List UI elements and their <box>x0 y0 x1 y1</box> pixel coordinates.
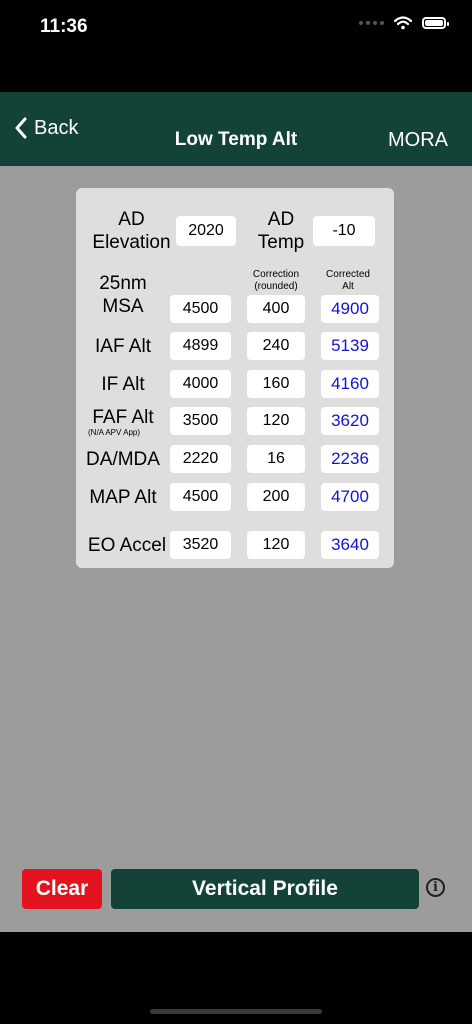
eo-accel-corrected-value: 3640 <box>321 531 379 559</box>
ad-elevation-field[interactable]: 2020 <box>176 216 236 246</box>
corrected-alt-header: Corrected Alt <box>326 269 370 292</box>
faf-alt-sublabel: (N/A APV App) <box>88 428 141 437</box>
msa-correction-value: 400 <box>247 295 305 323</box>
eo-accel-field[interactable]: 3520 <box>170 531 231 559</box>
da-mda-corrected-value: 2236 <box>321 445 379 473</box>
map-alt-label: MAP Alt <box>89 487 157 508</box>
info-icon[interactable]: i <box>426 878 445 897</box>
status-icons <box>359 16 449 30</box>
ad-elevation-label: AD Elevation <box>92 209 171 253</box>
faf-corrected-value: 3620 <box>321 407 379 435</box>
faf-correction-value: 120 <box>247 407 305 435</box>
da-mda-label: DA/MDA <box>86 449 160 470</box>
if-alt-label: IF Alt <box>101 374 145 395</box>
if-alt-field[interactable]: 4000 <box>170 370 231 398</box>
map-alt-field[interactable]: 4500 <box>170 483 231 511</box>
iaf-alt-field[interactable]: 4899 <box>170 332 231 360</box>
map-correction-value: 200 <box>247 483 305 511</box>
faf-alt-field[interactable]: 3500 <box>170 407 231 435</box>
iaf-correction-value: 240 <box>247 332 305 360</box>
msa-alt-field[interactable]: 4500 <box>170 295 231 323</box>
status-time: 11:36 <box>40 16 88 37</box>
battery-icon <box>422 17 449 29</box>
correction-header: Correction (rounded) <box>252 269 300 292</box>
mora-button[interactable]: MORA <box>388 129 448 152</box>
cellular-signal-icon <box>359 21 384 25</box>
faf-alt-label: FAF Alt <box>92 407 154 428</box>
clear-button[interactable]: Clear <box>22 869 102 909</box>
navigation-bar: Back Low Temp Alt MORA <box>0 92 472 166</box>
wifi-icon <box>394 16 412 30</box>
home-indicator[interactable] <box>150 1009 322 1014</box>
ad-temp-label: AD Temp <box>257 209 305 253</box>
low-temp-table: AD Elevation 2020 AD Temp -10 Correction… <box>76 188 394 568</box>
vertical-profile-button[interactable]: Vertical Profile <box>111 869 419 909</box>
if-correction-value: 160 <box>247 370 305 398</box>
eo-accel-label: EO Accel <box>87 535 167 556</box>
map-corrected-value: 4700 <box>321 483 379 511</box>
iaf-corrected-value: 5139 <box>321 332 379 360</box>
if-corrected-value: 4160 <box>321 370 379 398</box>
status-bar: 11:36 <box>0 0 472 60</box>
msa-label: 25nm MSA <box>99 273 147 317</box>
ad-temp-field[interactable]: -10 <box>313 216 375 246</box>
app-screen: Back Low Temp Alt MORA AD Elevation 2020… <box>0 92 472 932</box>
da-mda-field[interactable]: 2220 <box>170 445 231 473</box>
msa-corrected-value: 4900 <box>321 295 379 323</box>
da-mda-correction-value: 16 <box>247 445 305 473</box>
iaf-alt-label: IAF Alt <box>95 336 151 357</box>
eo-accel-correction-value: 120 <box>247 531 305 559</box>
